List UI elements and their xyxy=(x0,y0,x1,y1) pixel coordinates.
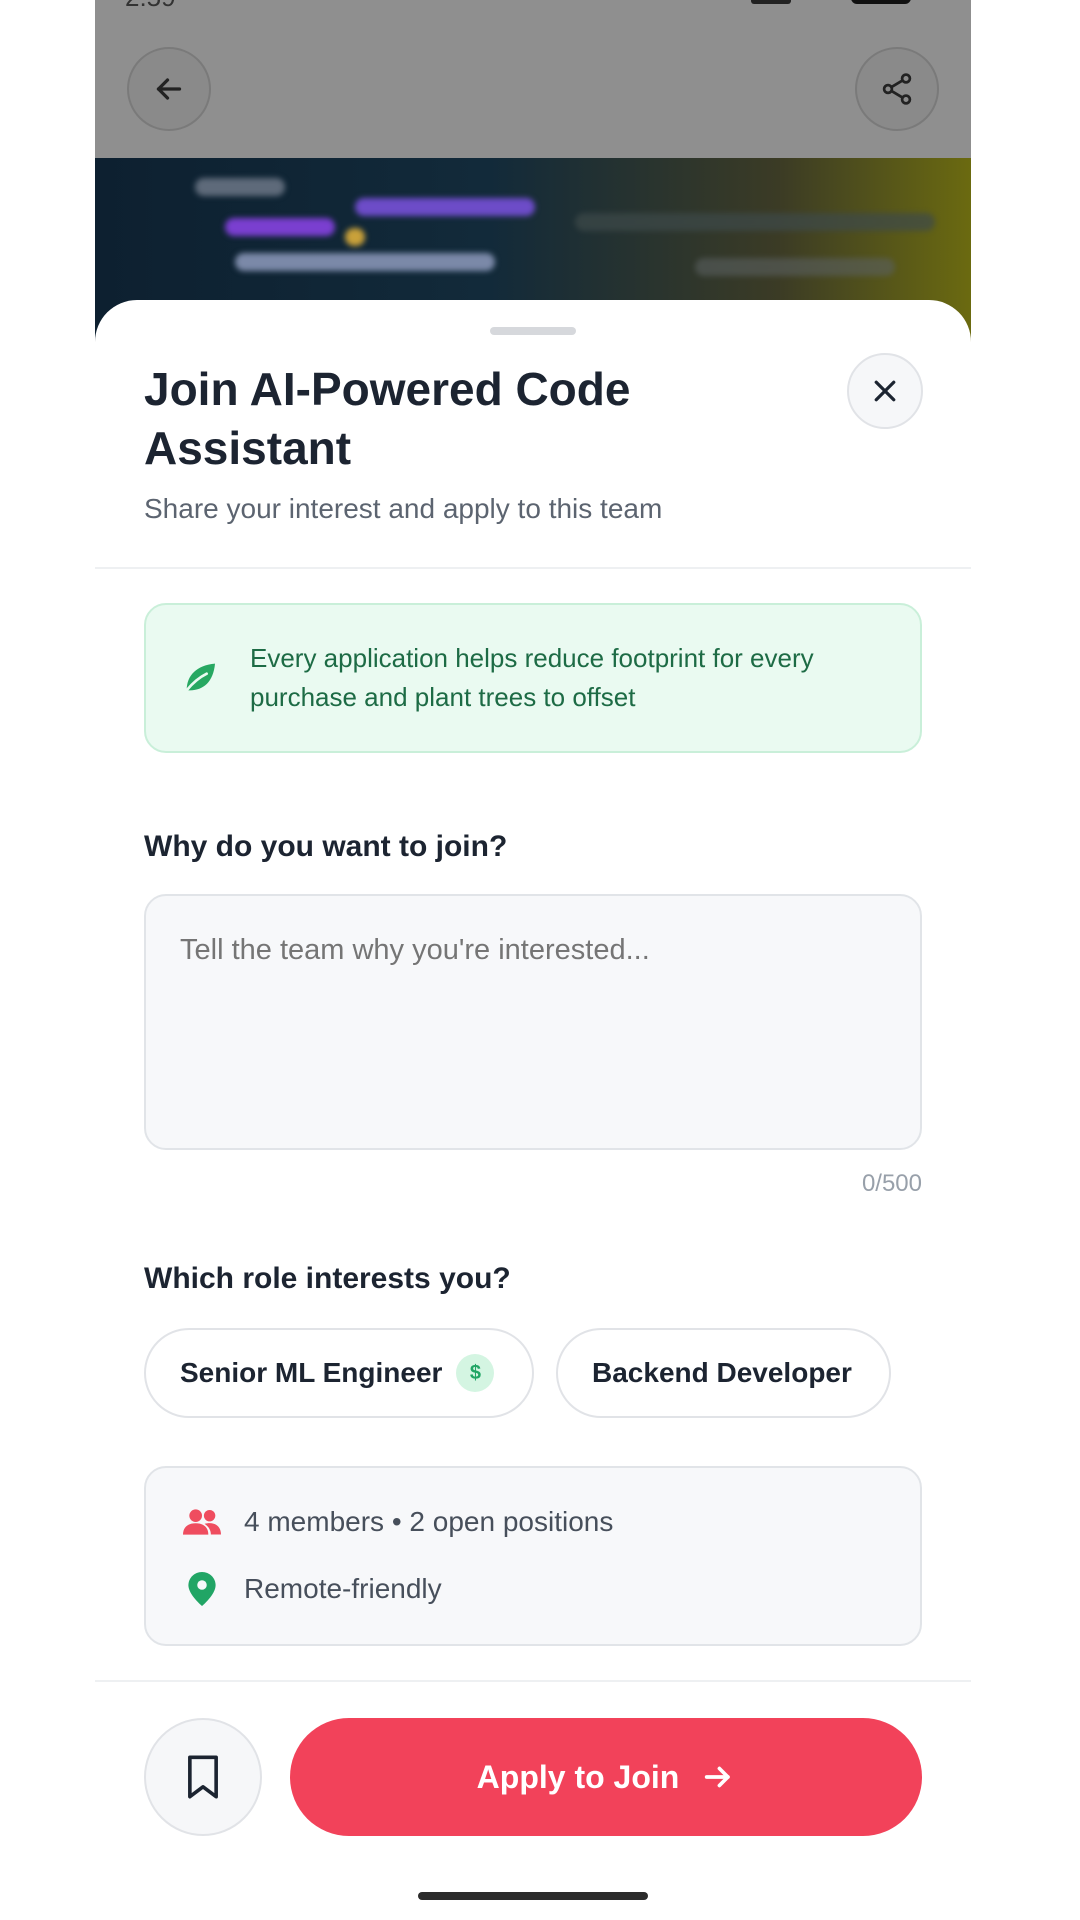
close-icon xyxy=(874,380,896,402)
team-members-row: 4 members • 2 open positions xyxy=(182,1506,613,1538)
arrow-right-icon xyxy=(705,1766,731,1788)
bookmark-icon xyxy=(188,1755,218,1799)
phone-screen: 2:59 Join AI-Powered Code Assistant Sh xyxy=(95,0,971,1920)
battery-icon xyxy=(851,0,911,4)
home-indicator[interactable] xyxy=(418,1892,648,1900)
team-location-text: Remote-friendly xyxy=(244,1573,442,1604)
role-label: Which role interests you? xyxy=(144,1262,511,1295)
role-chip-label: Backend Developer xyxy=(592,1357,852,1388)
motivation-label: Why do you want to join? xyxy=(144,830,508,863)
status-icons xyxy=(751,0,911,6)
people-icon xyxy=(182,1507,222,1537)
role-chip-label: Senior ML Engineer xyxy=(180,1357,443,1388)
status-time: 2:59 xyxy=(125,0,176,13)
footer-divider xyxy=(95,1680,971,1682)
arrow-left-icon xyxy=(156,78,182,100)
paid-role-badge: $ xyxy=(456,1354,495,1392)
sheet-title: Join AI-Powered Code Assistant xyxy=(144,363,631,474)
team-info-card: 4 members • 2 open positions Remote-frie… xyxy=(144,1466,922,1646)
eco-banner-text: Every application helps reduce footprint… xyxy=(250,643,814,712)
apply-button-label: Apply to Join xyxy=(476,1758,680,1795)
role-chip-backend-developer[interactable]: Backend Developer xyxy=(556,1328,891,1418)
bookmark-button[interactable] xyxy=(144,1718,262,1836)
location-pin-icon xyxy=(182,1572,222,1606)
motivation-input[interactable] xyxy=(144,894,922,1150)
sheet-subtitle: Share your interest and apply to this te… xyxy=(144,493,663,524)
role-chip-senior-ml-engineer[interactable]: Senior ML Engineer $ xyxy=(144,1328,534,1418)
close-button[interactable] xyxy=(847,353,923,429)
character-counter: 0/500 xyxy=(861,1170,922,1197)
team-location-row: Remote-friendly xyxy=(182,1572,442,1606)
leaf-icon xyxy=(185,663,215,692)
drag-handle[interactable] xyxy=(490,327,576,335)
header-divider xyxy=(95,567,971,569)
apply-to-join-button[interactable]: Apply to Join xyxy=(290,1718,922,1836)
signal-icon xyxy=(751,0,791,4)
team-members-text: 4 members • 2 open positions xyxy=(244,1506,614,1537)
join-bottom-sheet: Join AI-Powered Code Assistant Share you… xyxy=(95,300,971,1920)
back-button[interactable] xyxy=(127,47,211,131)
share-button[interactable] xyxy=(855,47,939,131)
eco-banner: Every application helps reduce footprint… xyxy=(144,603,922,753)
header-overlay: 2:59 xyxy=(95,0,971,158)
share-icon xyxy=(882,73,912,105)
